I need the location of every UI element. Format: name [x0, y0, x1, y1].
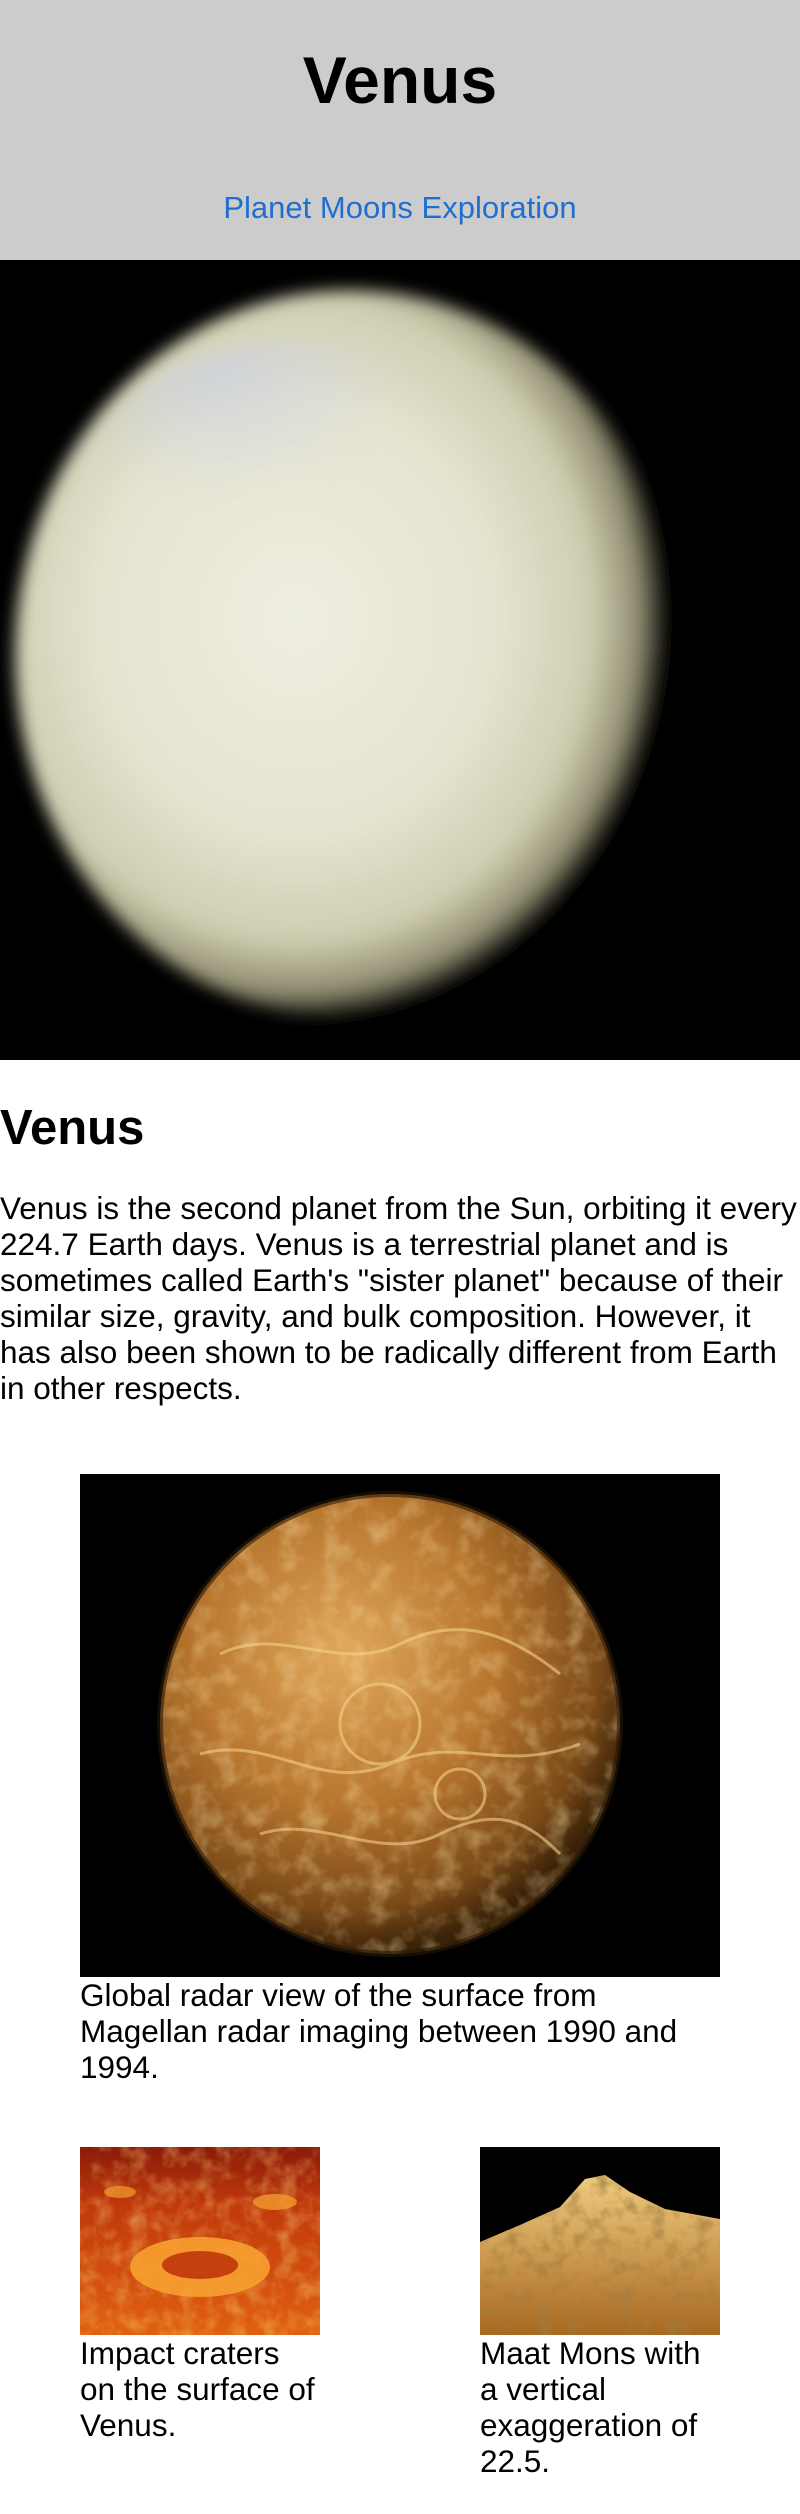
impact-crater-icon: [80, 2147, 320, 2335]
venus-radar-globe-icon: [80, 1474, 720, 1977]
impact-craters-image: [80, 2147, 320, 2335]
radar-view-image: [80, 1474, 720, 1977]
main-nav: Planet Moons Exploration: [0, 188, 800, 228]
article-heading: Venus: [0, 1101, 145, 1155]
maat-mons-caption: Maat Mons with a vertical exaggeration o…: [480, 2335, 701, 2479]
maat-mons-image: [480, 2147, 720, 2335]
article-intro: Venus is the second planet from the Sun,…: [0, 1190, 797, 1406]
hero-image: [0, 260, 800, 1060]
nav-link-planet[interactable]: Planet: [223, 190, 311, 225]
radar-view-caption: Global radar view of the surface from Ma…: [80, 1977, 678, 2085]
impact-craters-caption: Impact craters on the surface of Venus.: [80, 2335, 315, 2443]
nav-link-moons[interactable]: Moons: [320, 190, 413, 225]
site-header: Venus Planet Moons Exploration: [0, 0, 800, 260]
venus-planet-icon: [15, 290, 685, 1020]
nav-link-exploration[interactable]: Exploration: [422, 190, 577, 225]
maat-mons-volcano-icon: [480, 2147, 720, 2335]
site-title: Venus: [302, 43, 498, 117]
